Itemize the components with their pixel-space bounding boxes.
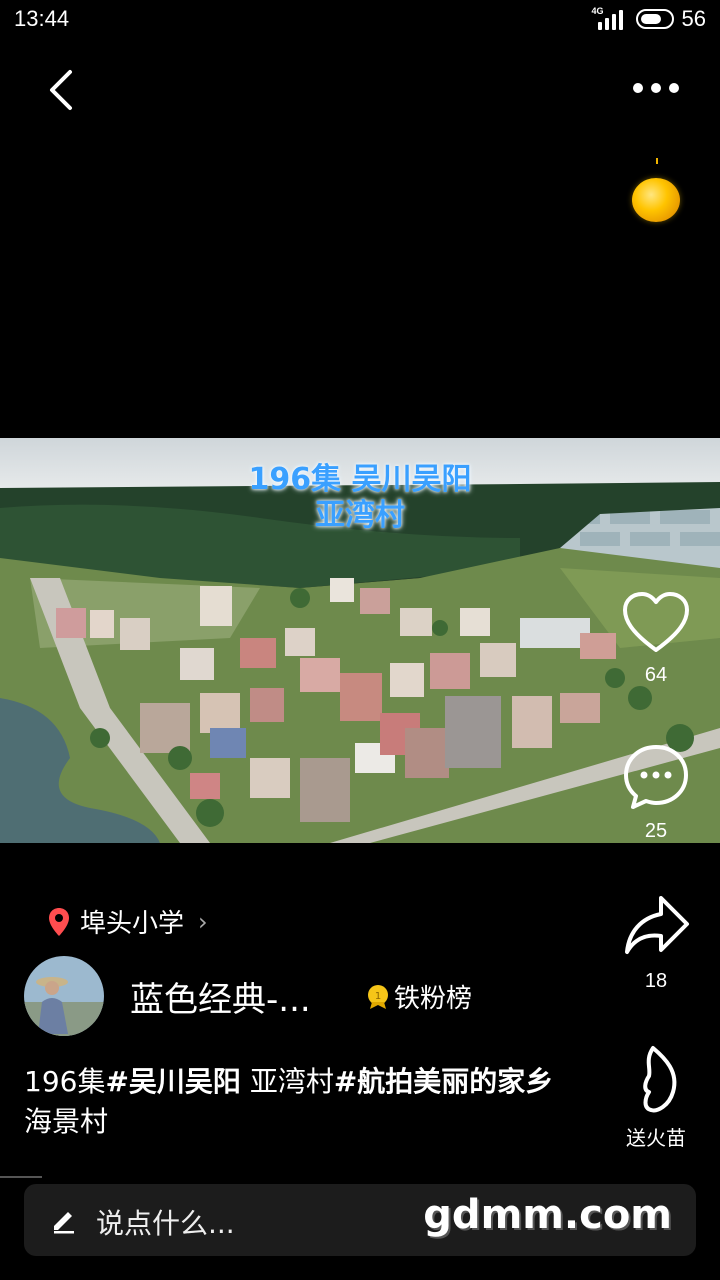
comment-input-bar[interactable]: 说点什么... gdmm.com: [24, 1184, 696, 1256]
chevron-left-icon: [50, 70, 72, 110]
comment-placeholder[interactable]: 说点什么...: [96, 1202, 235, 1242]
author-row[interactable]: 蓝色经典-...: [24, 956, 350, 1036]
status-bar: 13:44 4G 56: [0, 0, 720, 42]
status-time: 13:44: [14, 6, 70, 31]
signal-icon: 4G: [592, 6, 628, 30]
more-button[interactable]: [626, 70, 686, 106]
status-indicators: 4G 56: [592, 6, 706, 32]
svg-text:1: 1: [375, 991, 381, 1002]
coin-sparkle: [656, 158, 658, 164]
share-button[interactable]: 18: [611, 892, 701, 993]
like-button[interactable]: 64: [611, 590, 701, 687]
back-button[interactable]: [40, 62, 86, 116]
battery-level: 56: [681, 6, 706, 31]
flame-icon: [643, 1046, 677, 1113]
site-watermark: gdmm.com: [423, 1192, 672, 1238]
author-name[interactable]: 蓝色经典-...: [130, 972, 350, 1021]
coin-reward-icon[interactable]: [632, 178, 680, 222]
hashtag-aerial[interactable]: #航拍美丽的家乡: [334, 1065, 553, 1098]
comment-button[interactable]: 25: [611, 742, 701, 843]
gift-fire-button[interactable]: 送火苗: [611, 1044, 701, 1151]
video-caption: 196集#吴川吴阳 亚湾村#航拍美丽的家乡 海景村: [24, 1062, 584, 1142]
heart-icon: [623, 592, 689, 652]
fan-ranking-badge[interactable]: 1 铁粉榜: [366, 978, 472, 1015]
caption-village: 亚湾村: [240, 1065, 334, 1098]
battery-icon: [635, 9, 674, 29]
video-title-line1: 196集 吴川吴阳: [248, 462, 472, 497]
more-dots-icon: [633, 83, 679, 93]
avatar[interactable]: [24, 956, 104, 1036]
pen-icon: [54, 1212, 74, 1234]
comment-count: 25: [644, 820, 668, 842]
caption-episode: 196集: [24, 1065, 106, 1098]
like-count: 64: [644, 664, 668, 686]
video-title-line2: 亚湾村: [315, 498, 405, 533]
chevron-right-icon: ›: [198, 907, 208, 936]
progress-indicator: [0, 1176, 42, 1178]
share-count: 18: [644, 970, 668, 992]
caption-seaview: 海景村: [24, 1105, 109, 1138]
gift-label: 送火苗: [626, 1128, 686, 1150]
location-name: 埠头小学: [80, 909, 185, 939]
comment-bubble-icon: [624, 745, 688, 809]
hashtag-wuchuan[interactable]: #吴川吴阳: [105, 1065, 240, 1098]
medal-icon: 1: [368, 984, 388, 1009]
share-arrow-icon: [625, 896, 689, 954]
avatar-image: [24, 956, 104, 1036]
fan-ranking-label: 铁粉榜: [394, 984, 473, 1014]
location-tag[interactable]: 埠头小学 ›: [48, 903, 208, 940]
location-pin-icon: [49, 907, 69, 936]
